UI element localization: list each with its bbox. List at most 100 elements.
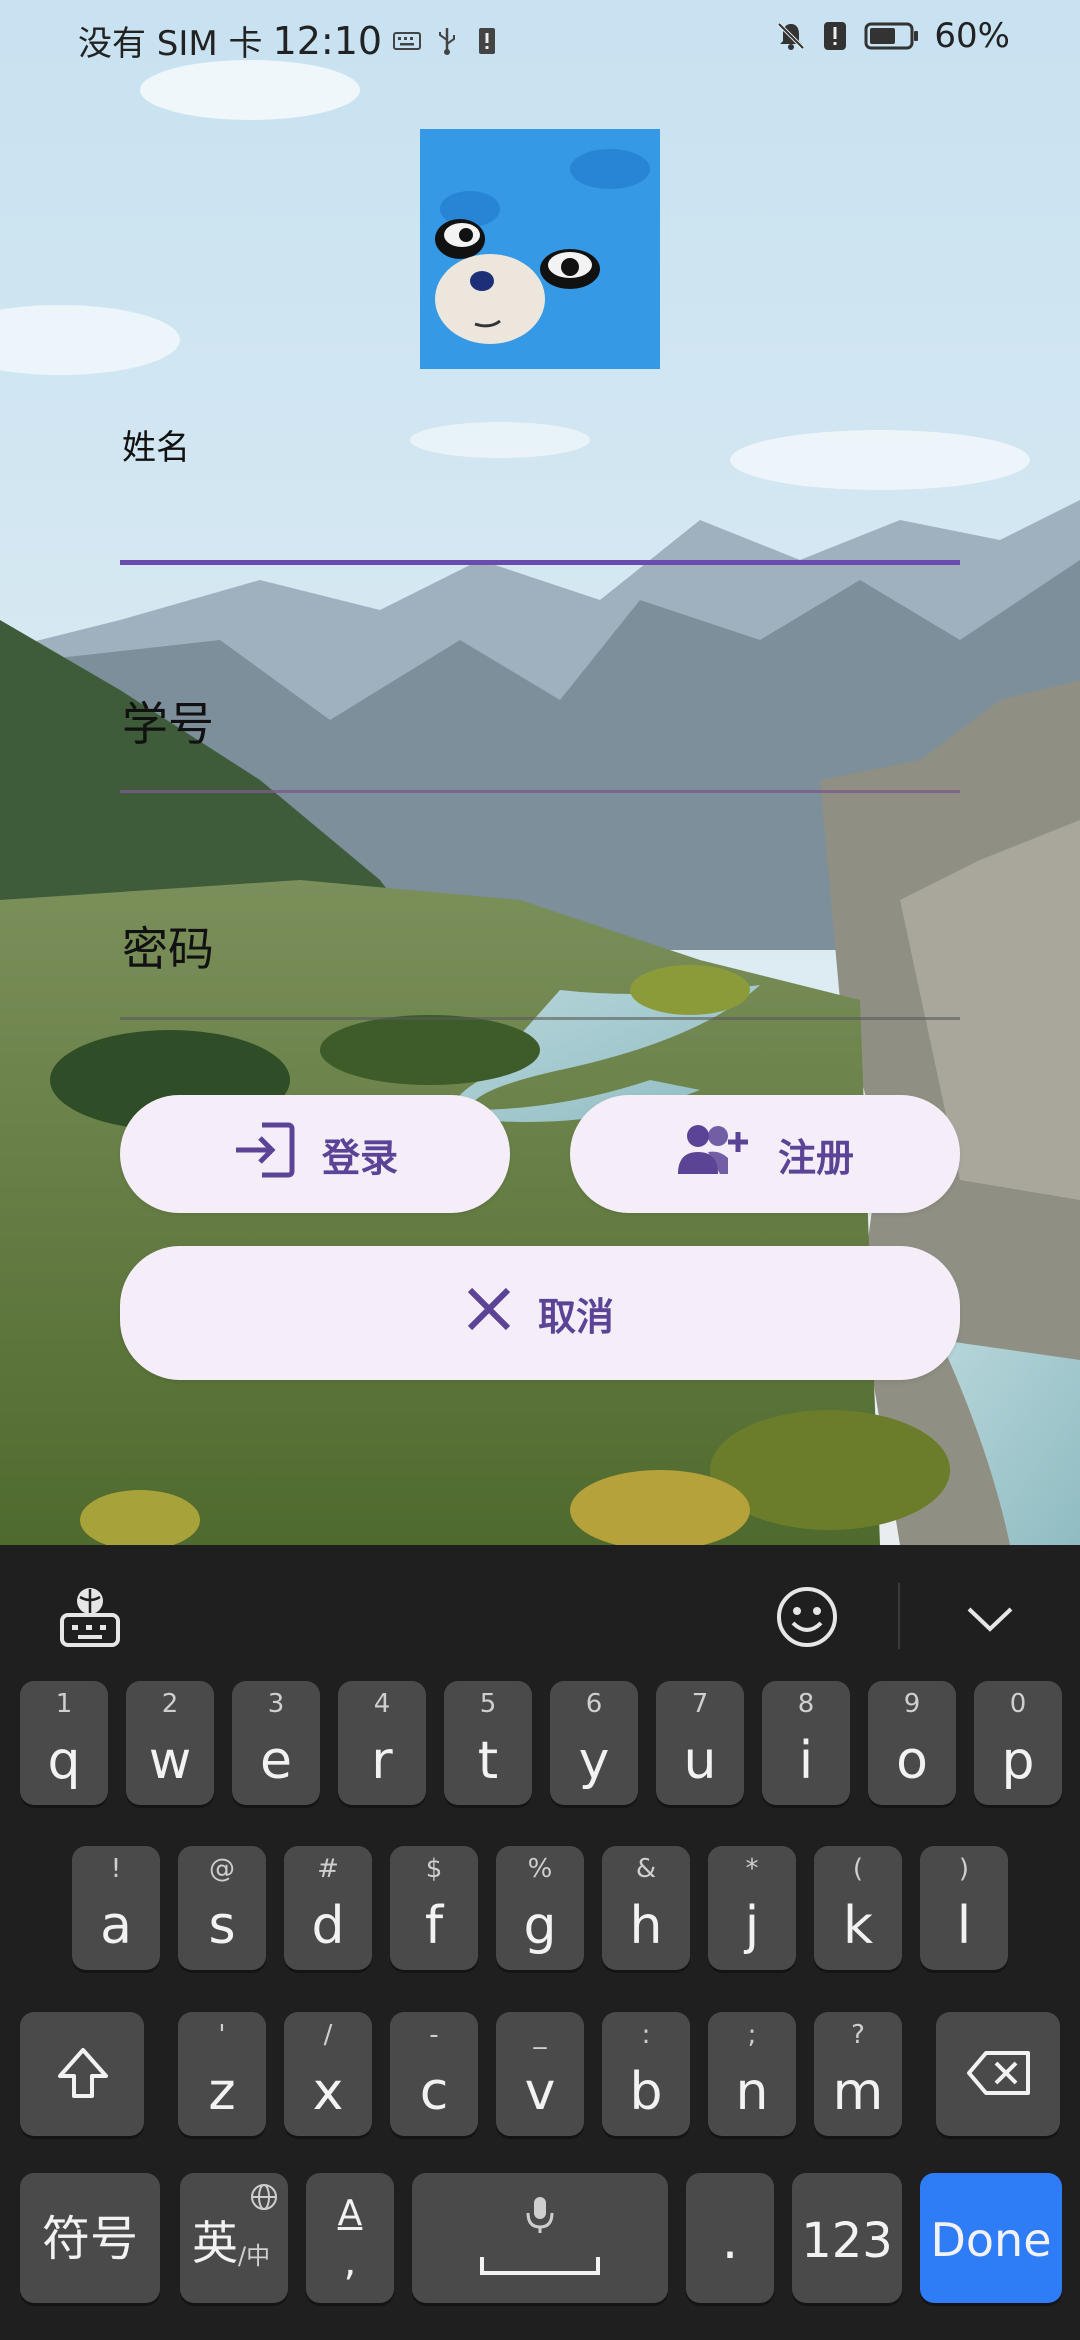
done-key[interactable]: Done — [920, 2173, 1062, 2303]
punctuation-key-bottom: , — [343, 2239, 357, 2285]
language-key-main: 英 — [192, 2216, 238, 2270]
key-hint: 6 — [585, 1689, 603, 1719]
key-hint: ; — [747, 2020, 757, 2050]
toolbar-divider — [898, 1583, 900, 1649]
clock-text: 12:10 — [272, 18, 383, 63]
key-char: h — [629, 1896, 663, 1956]
key-hint: 7 — [691, 1689, 709, 1719]
battery-icon — [864, 19, 920, 53]
login-label: 登录 — [321, 1135, 398, 1180]
space-key[interactable] — [412, 2173, 668, 2303]
collapse-keyboard-chevron-down-icon[interactable] — [965, 1603, 1015, 1637]
key-y[interactable]: 6y — [550, 1681, 638, 1805]
punctuation-key[interactable]: A , — [306, 2173, 394, 2303]
numbers-key-label: 123 — [801, 2213, 893, 2269]
symbols-key[interactable]: 符号 — [20, 2173, 160, 2303]
key-a[interactable]: ! a — [72, 1846, 160, 1970]
key-hint: ! — [110, 1854, 122, 1884]
key-u[interactable]: 7u — [656, 1681, 744, 1805]
emoji-icon[interactable] — [775, 1585, 839, 1653]
key-char: i — [798, 1731, 814, 1791]
soft-keyboard: 1q2w3e4r5t6y7u8i9o0p ! a @ s # d $ f% g & h * j(k) l … — [0, 1545, 1080, 2340]
key-hint: 3 — [267, 1689, 285, 1719]
key-e[interactable]: 3e — [232, 1681, 320, 1805]
key-p[interactable]: 0p — [974, 1681, 1062, 1805]
key-char: e — [260, 1731, 292, 1791]
login-button[interactable]: 登录 — [120, 1095, 510, 1213]
carrier-text: 没有 SIM 卡 — [78, 24, 263, 64]
shift-arrow-icon — [56, 2046, 110, 2104]
key-l[interactable]: ) l — [920, 1846, 1008, 1970]
key-m[interactable]: ? m — [814, 2012, 902, 2136]
name-label: 姓名 — [122, 428, 190, 468]
punctuation-key-top: A — [337, 2193, 363, 2234]
key-f[interactable]: $ f — [390, 1846, 478, 1970]
key-hint: - — [429, 2020, 439, 2050]
done-key-label: Done — [930, 2213, 1052, 2267]
key-hint: @ — [209, 1854, 235, 1884]
key-hint: # — [317, 1854, 339, 1884]
space-bar-icon — [480, 2255, 600, 2281]
cancel-button[interactable]: 取消 — [120, 1246, 960, 1380]
key-char: s — [208, 1896, 236, 1956]
key-r[interactable]: 4r — [338, 1681, 426, 1805]
key-char: k — [842, 1896, 874, 1956]
key-t[interactable]: 5t — [444, 1681, 532, 1805]
key-char: n — [735, 2062, 769, 2122]
key-n[interactable]: ; n — [708, 2012, 796, 2136]
avatar — [420, 129, 660, 369]
period-key[interactable]: . — [686, 2173, 774, 2303]
key-w[interactable]: 2w — [126, 1681, 214, 1805]
key-v[interactable]: _ v — [496, 2012, 584, 2136]
language-switch-key[interactable]: 英 /中 — [180, 2173, 288, 2303]
key-b[interactable]: :b — [602, 2012, 690, 2136]
battery-percent: 60% — [934, 16, 1010, 56]
key-c[interactable]: -c — [390, 2012, 478, 2136]
key-hint: 1 — [55, 1689, 73, 1719]
password-label: 密码 — [122, 922, 214, 976]
symbols-key-label: 符号 — [41, 2211, 138, 2267]
key-hint: 4 — [373, 1689, 391, 1719]
password-underline — [120, 1017, 960, 1020]
key-x[interactable]: / x — [284, 2012, 372, 2136]
add-user-icon — [676, 1122, 752, 1187]
key-char: m — [832, 2062, 884, 2122]
key-char: d — [311, 1896, 345, 1956]
period-key-label: . — [721, 2211, 739, 2271]
key-char: x — [312, 2062, 344, 2122]
key-s[interactable]: @ s — [178, 1846, 266, 1970]
student-id-field[interactable]: 学号 — [120, 680, 960, 800]
key-char: z — [208, 2062, 236, 2122]
key-o[interactable]: 9o — [868, 1681, 956, 1805]
key-char: t — [477, 1731, 499, 1791]
name-underline — [120, 560, 960, 565]
key-d[interactable]: # d — [284, 1846, 372, 1970]
student-id-label: 学号 — [122, 697, 214, 751]
key-hint: _ — [533, 2020, 547, 2050]
password-field[interactable]: 密码 — [120, 905, 960, 1025]
key-char: c — [419, 2062, 449, 2122]
key-z[interactable]: ' z — [178, 2012, 266, 2136]
key-k[interactable]: (k — [814, 1846, 902, 1970]
key-i[interactable]: 8i — [762, 1681, 850, 1805]
key-q[interactable]: 1q — [20, 1681, 108, 1805]
key-char: b — [629, 2062, 663, 2122]
key-char: j — [744, 1896, 760, 1956]
status-bar: 没有 SIM 卡 12:10 60% — [0, 0, 1080, 76]
shift-key[interactable] — [20, 2012, 144, 2136]
key-g[interactable]: % g — [496, 1846, 584, 1970]
key-char: l — [956, 1896, 972, 1956]
key-h[interactable]: & h — [602, 1846, 690, 1970]
register-button[interactable]: 注册 — [570, 1095, 960, 1213]
key-hint: 2 — [161, 1689, 179, 1719]
backspace-key[interactable] — [936, 2012, 1060, 2136]
alert-icon — [820, 19, 850, 53]
key-j[interactable]: * j — [708, 1846, 796, 1970]
name-field[interactable]: 姓名 — [120, 410, 960, 570]
keyboard-toolbar — [0, 1545, 1080, 1675]
key-char: o — [896, 1731, 928, 1791]
key-hint: % — [527, 1854, 553, 1884]
globe-icon — [250, 2183, 278, 2215]
numbers-key[interactable]: 123 — [792, 2173, 902, 2303]
keyboard-settings-icon[interactable] — [58, 1585, 122, 1653]
